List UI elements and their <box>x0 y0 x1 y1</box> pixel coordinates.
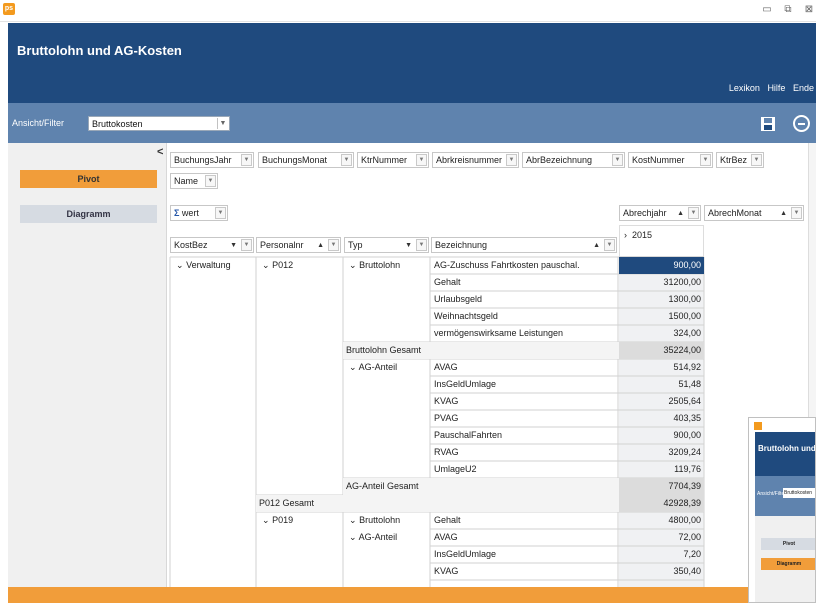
thumbnail-filter-select: Bruttokosten <box>783 488 815 498</box>
value-cell[interactable]: 119,76 <box>619 461 704 478</box>
collapse-icon[interactable]: ⌄ <box>262 515 270 525</box>
collapse-icon[interactable]: ⌄ <box>349 532 357 542</box>
row-label: AG-Anteil <box>358 532 398 542</box>
typ-ag-anteil[interactable]: ⌄ AG-Anteil <box>346 529 400 546</box>
remove-icon[interactable] <box>793 115 810 132</box>
bezeichnung-cell: PVAG <box>434 413 459 423</box>
filter-label: Ansicht/Filter <box>12 118 65 128</box>
view-filter-select[interactable]: Bruttokosten ▼ <box>88 116 230 131</box>
collapse-sidebar-button[interactable]: < <box>157 146 163 158</box>
personalnr-p012[interactable]: ⌄ P012 <box>259 257 296 274</box>
subtotal-value-cell[interactable]: 35224,00 <box>619 342 704 359</box>
filter-bar: Ansicht/Filter Bruttokosten ▼ <box>8 103 816 143</box>
save-icon[interactable] <box>760 116 776 132</box>
value-cell[interactable]: 1300,00 <box>619 291 704 308</box>
bezeichnung-cell: Gehalt <box>434 515 461 525</box>
pivot-grid: BuchungsJahr ▼ BuchungsMonat ▼ KtrNummer ▼ … <box>167 143 808 587</box>
page-title: Bruttolohn und AG-Kosten <box>17 43 182 58</box>
bezeichnung-cell: KVAG <box>434 566 459 576</box>
row-label: P019 <box>272 515 294 525</box>
typ-bruttolohn[interactable]: ⌄ Bruttolohn <box>346 512 403 529</box>
chevron-down-icon[interactable]: ▼ <box>217 118 228 129</box>
bezeichnung-cell: Gehalt <box>434 277 461 287</box>
thumbnail-filter-bar: Ansicht/Filter Bruttokosten <box>755 476 815 516</box>
row-label: P012 <box>272 260 294 270</box>
value-cell[interactable]: 51,48 <box>619 376 704 393</box>
close-icon[interactable]: ⊠ <box>802 4 816 16</box>
top-links: Lexikon Hilfe Ende <box>724 83 814 93</box>
filter-value: Bruttokosten <box>92 119 143 129</box>
thumbnail-window[interactable]: Bruttolohn und AG-Kosten Ansicht/Filter … <box>748 417 816 603</box>
diagramm-button[interactable]: Diagramm <box>20 205 157 223</box>
hilfe-link[interactable]: Hilfe <box>767 83 785 93</box>
bezeichnung-cell: PauschalFahrten <box>434 430 503 440</box>
bezeichnung-cell: AG-Zuschuss Fahrtkosten pauschal. <box>434 260 580 270</box>
thumbnail-filter-label: Ansicht/Filter <box>757 491 786 497</box>
bezeichnung-cell: KVAG <box>434 396 459 406</box>
typ-ag-anteil[interactable]: ⌄ AG-Anteil <box>346 359 400 376</box>
collapse-icon[interactable]: ⌄ <box>262 260 270 270</box>
value-cell[interactable]: 3209,24 <box>619 444 704 461</box>
value-cell[interactable]: 900,00 <box>619 427 704 444</box>
minimize-icon[interactable]: ▭ <box>760 4 774 16</box>
value-cell[interactable]: 7,20 <box>619 546 704 563</box>
subtotal-value-cell[interactable]: 42928,39 <box>619 495 704 512</box>
personalnr-p019[interactable]: ⌄ P019 <box>259 512 296 529</box>
p012-total-label: P012 Gesamt <box>259 498 315 508</box>
collapse-icon[interactable]: ⌄ <box>176 260 184 270</box>
value-cell[interactable]: 324,00 <box>619 325 704 342</box>
value-cell[interactable]: 31200,00 <box>619 274 704 291</box>
value-cell[interactable]: 403,35 <box>619 410 704 427</box>
bruttolohn-total-label: Bruttolohn Gesamt <box>346 345 422 355</box>
bezeichnung-cell: Urlaubsgeld <box>434 294 483 304</box>
thumbnail-title: Bruttolohn und AG-Kosten <box>758 444 816 453</box>
sidebar: < Pivot Diagramm <box>8 143 167 587</box>
bezeichnung-cell: RVAG <box>434 447 459 457</box>
row-label: Bruttolohn <box>359 515 401 525</box>
ag-anteil-total-label: AG-Anteil Gesamt <box>346 481 419 491</box>
bezeichnung-cell: InsGeldUmlage <box>434 379 497 389</box>
thumbnail-diagramm-button: Diagramm <box>761 558 815 570</box>
kostbez-verwaltung[interactable]: ⌄ Verwaltung <box>173 257 234 274</box>
value-cell[interactable]: 72,00 <box>619 529 704 546</box>
typ-bruttolohn[interactable]: ⌄ Bruttolohn <box>346 257 403 274</box>
value-cell-selected[interactable]: 900,00 <box>619 257 704 274</box>
bezeichnung-cell: AVAG <box>434 362 458 372</box>
thumbnail-header: Bruttolohn und AG-Kosten <box>755 432 816 476</box>
bezeichnung-cell: UmlageU2 <box>434 464 477 474</box>
collapse-icon[interactable]: ⌄ <box>349 515 357 525</box>
collapse-icon[interactable]: ⌄ <box>349 260 357 270</box>
row-label: Verwaltung <box>186 260 231 270</box>
value-cell[interactable]: 514,92 <box>619 359 704 376</box>
collapse-icon[interactable]: ⌄ <box>349 362 357 372</box>
ende-link[interactable]: Ende <box>793 83 814 93</box>
row-label: AG-Anteil <box>358 362 398 372</box>
window-titlebar: ps ▭ ⧉ ⊠ <box>0 0 816 22</box>
bezeichnung-cell: AVAG <box>434 532 458 542</box>
row-label: Bruttolohn <box>359 260 401 270</box>
thumbnail-pivot-button: Pivot <box>761 538 815 550</box>
value-cell[interactable]: 350,40 <box>619 563 704 580</box>
app-logo-icon <box>754 422 762 430</box>
value-cell[interactable]: 2505,64 <box>619 393 704 410</box>
bezeichnung-cell: vermögenswirksame Leistungen <box>434 328 564 338</box>
app-logo-icon: ps <box>3 3 15 15</box>
value-cell[interactable]: 4800,00 <box>619 512 704 529</box>
maximize-icon[interactable]: ⧉ <box>781 4 795 16</box>
lexikon-link[interactable]: Lexikon <box>729 83 760 93</box>
subtotal-value-cell[interactable]: 7704,39 <box>619 478 704 495</box>
value-cell[interactable]: 1500,00 <box>619 308 704 325</box>
bezeichnung-cell: InsGeldUmlage <box>434 549 497 559</box>
bezeichnung-cell: Weihnachtsgeld <box>434 311 498 321</box>
thumbnail-sidebar: Pivot Diagramm <box>755 516 815 602</box>
pivot-button[interactable]: Pivot <box>20 170 157 188</box>
status-bar <box>8 587 816 603</box>
app-header: Bruttolohn und AG-Kosten Lexikon Hilfe E… <box>8 23 816 103</box>
